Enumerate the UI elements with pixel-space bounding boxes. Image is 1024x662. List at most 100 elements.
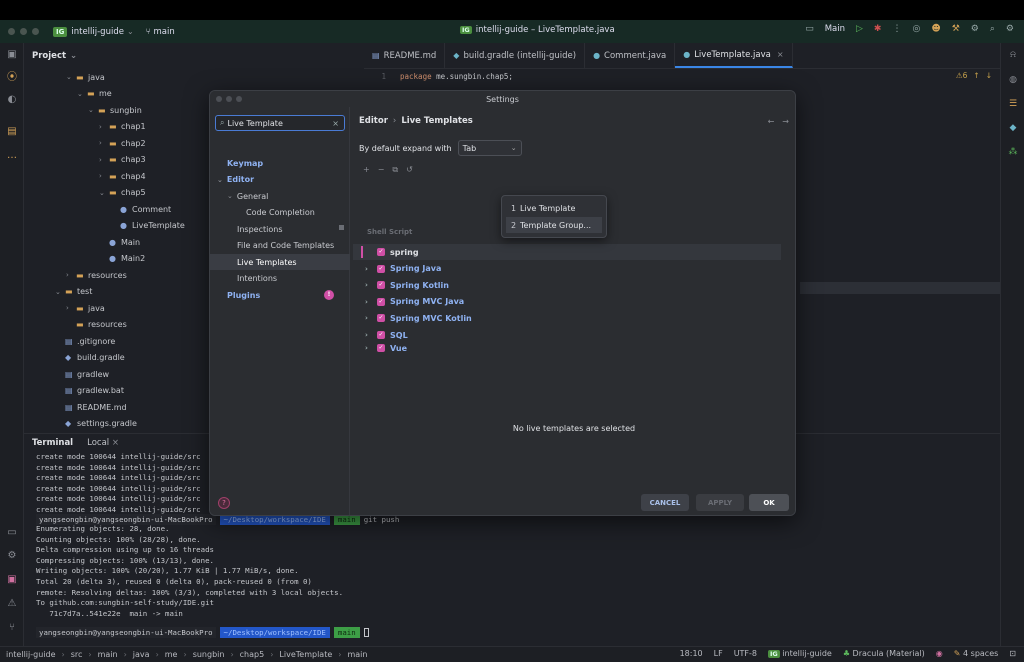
checkbox[interactable]: ✓	[377, 314, 385, 323]
template-group-row[interactable]: › ✓ Spring MVC Kotlin	[353, 310, 781, 326]
more-icon[interactable]: ⋮	[892, 24, 901, 34]
tab-local[interactable]: Local ×	[87, 438, 119, 448]
file-encoding[interactable]: UTF-8	[734, 649, 757, 658]
breadcrumb-item[interactable]: src	[71, 650, 83, 659]
chevron-right-icon[interactable]: ›	[365, 331, 377, 339]
run-icon[interactable]: ▷	[856, 24, 863, 34]
folder-icon[interactable]: ▣	[5, 48, 19, 62]
settings-nav-item[interactable]: File and Code Templates	[237, 238, 334, 254]
template-group-row[interactable]: › ✓ Spring Java	[353, 261, 781, 277]
project-tree-item[interactable]: ◆ build.gradle	[55, 350, 125, 366]
settings-nav-item[interactable]: Inspections	[237, 221, 350, 237]
project-tree-item[interactable]: ● LiveTemplate	[110, 218, 185, 234]
more-icon[interactable]: …	[5, 149, 19, 163]
services-icon[interactable]: ⚙	[5, 549, 19, 563]
project-tree-item[interactable]: › ▬ java	[66, 300, 105, 316]
template-group-row[interactable]: ✓ spring	[353, 244, 781, 260]
chevron-right-icon[interactable]: ›	[99, 172, 109, 180]
close-icon[interactable]: ×	[112, 438, 119, 448]
copy-icon[interactable]: ⧉	[392, 165, 398, 175]
close-icon[interactable]: ×	[777, 50, 784, 59]
breadcrumb-item[interactable]: sungbin	[193, 650, 225, 659]
forward-arrow-icon[interactable]: →	[782, 117, 789, 126]
settings-nav-item[interactable]: ⌄ Editor	[217, 172, 254, 188]
project-tree-item[interactable]: ⌄ ▬ sungbin	[88, 102, 142, 118]
checkbox[interactable]: ✓	[377, 343, 385, 352]
chevron-down-icon[interactable]: ⌄	[88, 106, 98, 114]
project-tree-item[interactable]: ⌄ ▬ me	[77, 86, 112, 102]
project-tree-item[interactable]: › ▬ chap3	[99, 152, 146, 168]
branch-switcher[interactable]: ⑂ main	[146, 27, 175, 37]
ai-assistant-icon[interactable]: ◎	[912, 24, 920, 34]
chevron-down-icon[interactable]: ⌄	[227, 192, 233, 200]
remove-icon[interactable]: −	[378, 165, 385, 175]
editor-tab[interactable]: ● Comment.java	[585, 43, 676, 68]
editor-tab[interactable]: ◆ build.gradle (intellij-guide)	[445, 43, 586, 68]
window-controls[interactable]	[8, 28, 39, 35]
project-tree-item[interactable]: ⌄ ▬ test	[55, 284, 92, 300]
breadcrumb-item[interactable]: java	[133, 650, 150, 659]
chevron-right-icon[interactable]: ›	[99, 123, 109, 131]
chevron-down-icon[interactable]: ⌄	[66, 73, 76, 81]
terminal-active-icon[interactable]: ▣	[5, 573, 19, 587]
template-group-row[interactable]: › ✓ SQL	[353, 327, 781, 343]
expand-with-select[interactable]: Tab ⌄	[457, 140, 522, 156]
settings-nav-item[interactable]: Intentions	[237, 271, 277, 287]
project-tree-item[interactable]: ▬ resources	[66, 317, 127, 333]
ok-button[interactable]: OK	[749, 494, 789, 511]
chevron-right-icon[interactable]: ›	[66, 271, 76, 279]
project-tree-item[interactable]: ▤ gradlew	[55, 366, 109, 382]
chevron-right-icon[interactable]: ›	[66, 304, 76, 312]
chevron-right-icon[interactable]: ›	[99, 139, 109, 147]
project-tree-item[interactable]: ● Main2	[99, 251, 145, 267]
ai-status-icon[interactable]: ◉	[936, 649, 943, 658]
indent-widget[interactable]: ✎ 4 spaces	[954, 649, 999, 658]
chevron-down-icon[interactable]: ⌄	[127, 27, 134, 36]
project-tree-item[interactable]: ● Main	[99, 234, 140, 250]
build-icon[interactable]: ⚒	[952, 24, 960, 34]
run-config-select[interactable]: Main	[825, 24, 845, 34]
chevron-down-icon[interactable]: ⌄	[99, 189, 109, 197]
checkbox[interactable]: ✓	[377, 281, 385, 290]
settings-nav-item[interactable]: Code Completion	[246, 205, 315, 221]
debug-icon[interactable]: ✱	[874, 24, 882, 34]
settings-nav-item[interactable]: ⌄ General	[227, 188, 268, 204]
checkbox[interactable]: ✓	[377, 248, 385, 256]
chevron-right-icon[interactable]: ›	[365, 265, 377, 273]
checkbox[interactable]: ✓	[377, 331, 385, 339]
chevron-right-icon[interactable]: ›	[365, 344, 377, 352]
chevron-right-icon[interactable]: ›	[365, 314, 377, 322]
clear-icon[interactable]: ×	[332, 119, 339, 128]
project-tree-item[interactable]: ⌄ ▬ chap5	[99, 185, 146, 201]
checkbox[interactable]: ✓	[377, 264, 385, 273]
ai-chat-icon[interactable]: ◍	[1006, 73, 1020, 87]
cancel-button[interactable]: CANCEL	[641, 494, 689, 511]
breadcrumb-item[interactable]: chap5	[240, 650, 265, 659]
settings-icon[interactable]: ⚙	[971, 24, 979, 34]
problems-icon[interactable]: ⚠	[5, 597, 19, 611]
gradle-icon[interactable]: ◆	[1006, 121, 1020, 135]
project-tree-item[interactable]: ● Comment	[110, 201, 171, 217]
code-line[interactable]: package me.sungbin.chap5;	[400, 72, 513, 81]
chevron-right-icon[interactable]: ›	[99, 156, 109, 164]
restore-icon[interactable]: ↺	[406, 165, 413, 175]
project-status[interactable]: IG intellij-guide	[768, 649, 832, 658]
settings-search-input[interactable]: ⌕ Live Template ×	[215, 115, 345, 131]
project-tree-item[interactable]: ◆ settings.gradle	[55, 416, 137, 432]
back-arrow-icon[interactable]: ←	[768, 117, 775, 126]
project-tree-item[interactable]: ▤ gradlew.bat	[55, 383, 124, 399]
project-switcher[interactable]: intellij-guide	[71, 27, 124, 37]
caret-position[interactable]: 18:10	[680, 649, 703, 658]
commit-icon[interactable]: ⦿	[5, 71, 19, 85]
search-icon[interactable]: ⌕	[990, 24, 995, 34]
settings-nav-item[interactable]: Keymap	[227, 155, 263, 171]
apply-button[interactable]: APPLY	[696, 494, 744, 511]
notifications-icon[interactable]: ⍾	[1006, 48, 1020, 62]
up-arrow-icon[interactable]: ↑	[973, 71, 979, 80]
add-icon[interactable]: +	[363, 165, 370, 175]
project-tree-item[interactable]: › ▬ chap4	[99, 168, 146, 184]
terminal-prompt[interactable]: yangseongbin@yangseongbin-ui-MacBookPro …	[36, 627, 369, 638]
project-tree-item[interactable]: ⌄ ▬ java	[66, 69, 105, 85]
editor-tab[interactable]: ● LiveTemplate.java ×	[675, 43, 793, 68]
inspection-widget[interactable]: ⚠6 ↑ ↓	[956, 71, 992, 80]
